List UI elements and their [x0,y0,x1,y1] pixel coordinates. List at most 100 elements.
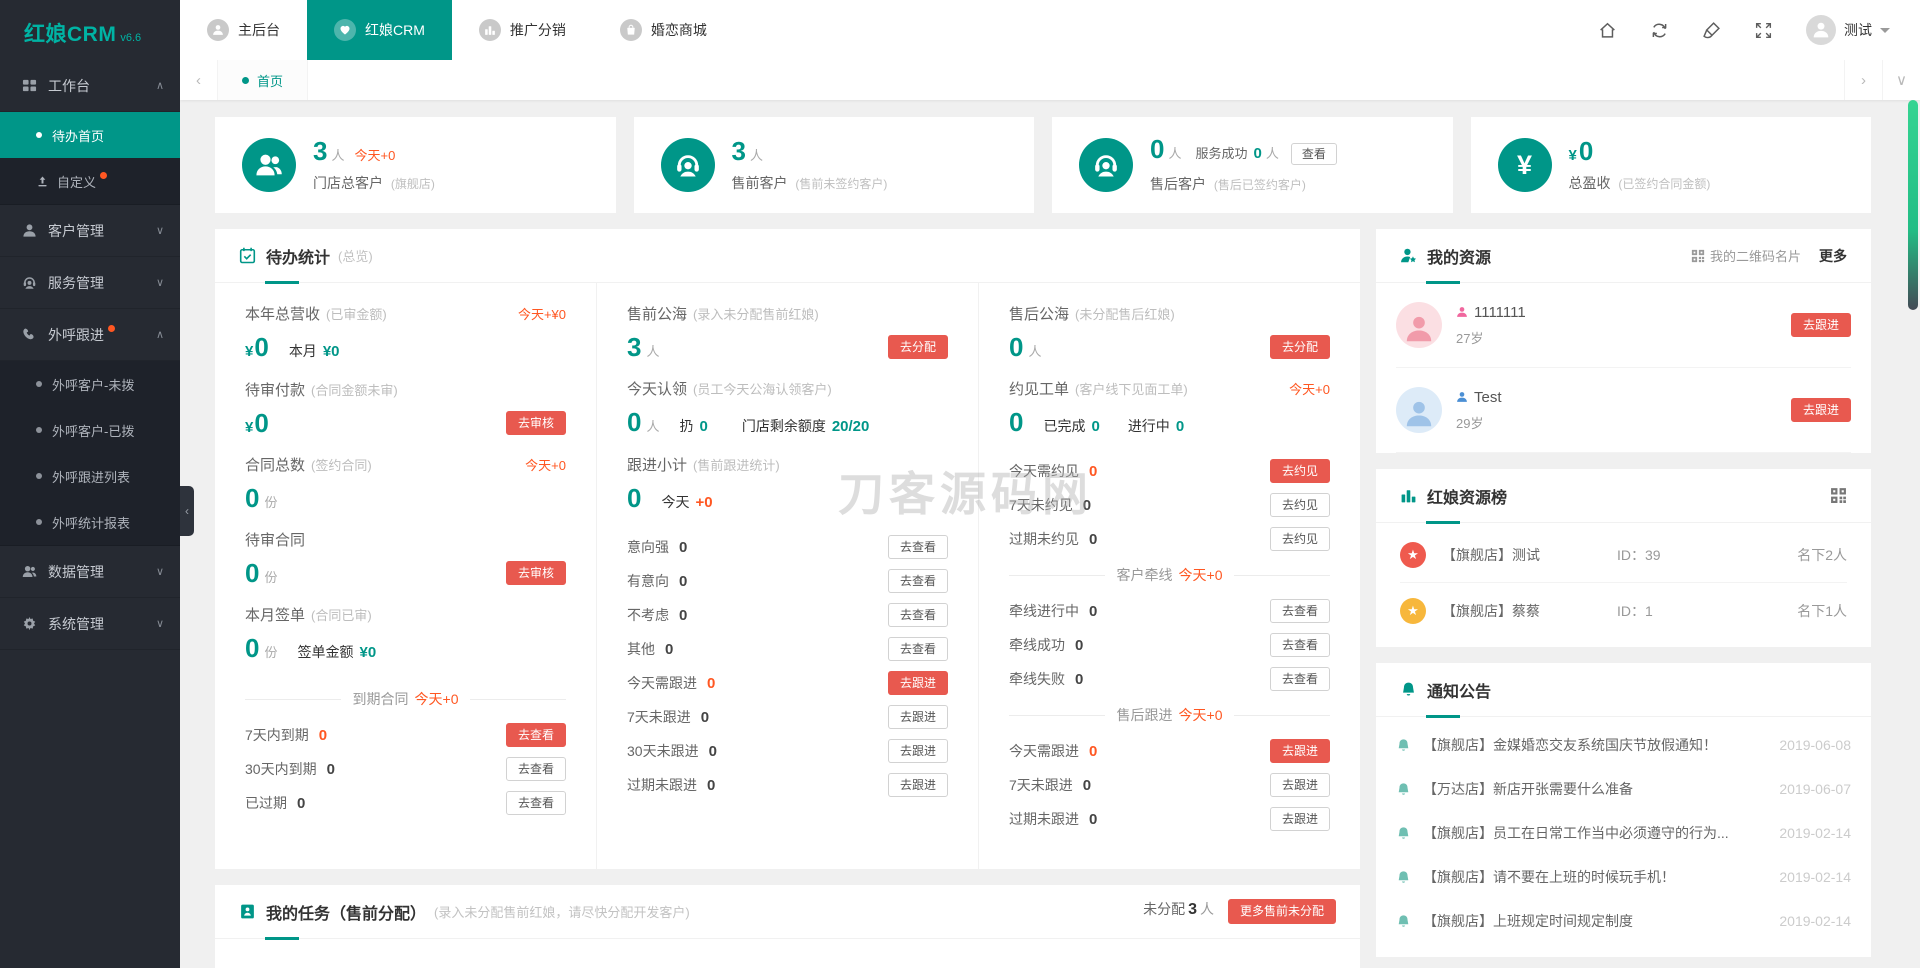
sidebar-item-workbench[interactable]: 工作台 ∧ [0,60,180,112]
go-followup-button[interactable]: 去跟进 [887,670,948,696]
go-assign-button[interactable]: 去分配 [1269,334,1330,360]
qr-icon[interactable] [1830,487,1847,504]
go-view-button[interactable]: 去查看 [887,568,948,594]
refresh-icon[interactable] [1650,21,1669,40]
todo-row: 7天未跟进 0 去跟进 [1009,768,1330,802]
caret-down-icon: ∨ [155,618,164,630]
sidebar-item-custom[interactable]: 自定义 [0,158,180,204]
go-view-button[interactable]: 去查看 [505,722,566,748]
avatar-female [1396,302,1442,348]
user-menu[interactable]: 测试 [1806,15,1890,45]
view-button[interactable]: 查看 [1290,142,1337,166]
go-assign-button[interactable]: 去分配 [887,334,948,360]
tab-scroll-left[interactable]: ‹ [180,60,218,100]
go-meet-button[interactable]: 去约见 [1269,458,1330,484]
tasks-summary: 未分配 3 人 更多售前未分配 [1143,899,1336,924]
go-view-button[interactable]: 去查看 [887,534,948,560]
chevron-left-icon: ‹ [185,504,189,518]
sidebar-item-outbound-followups[interactable]: 外呼跟进列表 [0,453,180,499]
go-followup-button[interactable]: 去跟进 [887,704,948,730]
tab-matchmaker-crm[interactable]: 红娘CRM [307,0,452,60]
go-followup-button[interactable]: 去跟进 [887,772,948,798]
sidebar-item-outbound[interactable]: 外呼跟进 ∧ [0,309,180,361]
go-view-button[interactable]: 去查看 [887,602,948,628]
sidebar-item-outbound-reports[interactable]: 外呼统计报表 [0,499,180,545]
sidebar-item-services[interactable]: 服务管理 ∨ [0,257,180,309]
todo-row: 过期未约见 0 去约见 [1009,522,1330,556]
todo-stats-panel: 待办统计 (总览) 本年总营收 (已审金额) 今天+¥0 ¥0 本月 ¥0 待审付款 (合… [215,229,1360,869]
tab-main-backend[interactable]: 主后台 [180,0,307,60]
resource-name: Test [1474,388,1502,406]
sidebar-item-label: 客户管理 [48,222,104,239]
more-unassigned-button[interactable]: 更多售前未分配 [1227,899,1336,924]
go-review-button[interactable]: 去审核 [505,560,566,586]
stat-block-aftersale-pool: 售后公海 (未分配售后红娘) 0 人去分配 [1009,303,1330,360]
todo-row: 今天需跟进 0 去跟进 [1009,734,1330,768]
go-followup-button[interactable]: 去跟进 [1790,397,1851,423]
tab-promotion[interactable]: 推广分销 [452,0,593,60]
go-followup-button[interactable]: 去跟进 [1269,806,1330,832]
tabbar-controls: › ∨ [1844,60,1920,100]
stat-card-total-revenue: ¥ ¥ 0 总盈收 (已签约合同金额) [1470,117,1871,213]
sidebar-item-outbound-dialed[interactable]: 外呼客户-已拨 [0,407,180,453]
stat-block-presale-pool: 售前公海 (录入未分配售前红娘) 3 人去分配 [627,303,948,360]
sidebar-collapse-handle[interactable]: ‹ [180,486,194,536]
fullscreen-icon[interactable] [1754,21,1773,40]
go-view-button[interactable]: 去查看 [1269,598,1330,624]
go-view-button[interactable]: 去查看 [505,790,566,816]
go-view-button[interactable]: 去查看 [505,756,566,782]
tab-scroll-right[interactable]: › [1844,60,1882,100]
go-meet-button[interactable]: 去约见 [1269,526,1330,552]
stat-label: 门店总客户 [313,174,383,191]
go-review-button[interactable]: 去审核 [505,410,566,436]
bell-icon [1396,782,1411,797]
workbench-submenu: 待办首页 自定义 [0,112,180,205]
go-followup-button[interactable]: 去跟进 [887,738,948,764]
tab-home[interactable]: 首页 [218,60,309,100]
notice-item[interactable]: 【旗舰店】金媒婚恋交友系统国庆节放假通知！ 2019-06-08 [1396,723,1851,767]
active-dot-icon [242,76,249,84]
notice-item[interactable]: 【旗舰店】员工在日常工作当中必须遵守的行为... 2019-02-14 [1396,811,1851,855]
go-followup-button[interactable]: 去跟进 [1269,738,1330,764]
panel-header: 通知公告 [1376,663,1871,718]
sub-item-label: 外呼客户-已拨 [52,423,135,439]
notification-dot [100,171,108,179]
my-qr-card-link[interactable]: 我的二维码名片 [1691,246,1801,265]
go-followup-button[interactable]: 去跟进 [1790,312,1851,338]
medal-red-icon: ★ [1400,541,1426,568]
panel-header: 我的任务（售前分配） (录入未分配售前红娘，请尽快分配开发客户) 未分配 3 人… [215,885,1360,940]
divider-expiring-contracts: 到期合同 今天+0 [245,680,566,718]
todo-col-aftersale: 售后公海 (未分配售后红娘) 0 人去分配 约见工单 (客户线下见面工单) 今天+0 0… [979,283,1360,869]
stat-block-annual-revenue: 本年总营收 (已审金额) 今天+¥0 ¥0 本月 ¥0 [245,306,566,362]
go-meet-button[interactable]: 去约见 [1269,492,1330,518]
heart-icon [334,19,356,41]
sidebar-item-data[interactable]: 数据管理 ∨ [0,546,180,598]
go-view-button[interactable]: 去查看 [1269,632,1330,658]
notice-text: 【万达店】新店开张需要什么准备 [1423,781,1633,797]
caret-down-icon: ∨ [155,566,164,578]
scrollbar-thumb[interactable] [1908,100,1918,310]
sidebar-item-system[interactable]: 系统管理 ∨ [0,598,180,650]
notice-item[interactable]: 【旗舰店】请不要在上班的时候玩手机！ 2019-02-14 [1396,855,1851,899]
notice-item[interactable]: 【旗舰店】上班规定时间规定制度 2019-02-14 [1396,899,1851,943]
tab-marriage-mall[interactable]: 婚恋商城 [593,0,734,60]
customers-icon [242,138,296,192]
clear-cache-brush-icon[interactable] [1702,21,1721,40]
home-icon[interactable] [1598,21,1617,40]
tab-home-label: 首页 [257,73,284,89]
panel-title: 通知公告 [1427,683,1492,701]
sidebar-item-todo-home[interactable]: 待办首页 [0,112,180,158]
tab-options-dropdown[interactable]: ∨ [1882,60,1920,100]
go-followup-button[interactable]: 去跟进 [1269,772,1330,798]
notice-text: 【旗舰店】上班规定时间规定制度 [1423,913,1633,929]
go-view-button[interactable]: 去查看 [1269,666,1330,692]
go-view-button[interactable]: 去查看 [887,636,948,662]
notice-item[interactable]: 【万达店】新店开张需要什么准备 2019-06-07 [1396,767,1851,811]
sidebar-item-customers[interactable]: 客户管理 ∨ [0,205,180,257]
sub-item-label: 外呼统计报表 [52,515,131,531]
panel-title: 我的资源 [1427,249,1492,267]
bell-icon [1400,681,1417,698]
more-link[interactable]: 更多 [1819,246,1847,266]
ranking-count: 名下1人 [1797,603,1847,619]
sidebar-item-outbound-undialed[interactable]: 外呼客户-未拨 [0,361,180,407]
